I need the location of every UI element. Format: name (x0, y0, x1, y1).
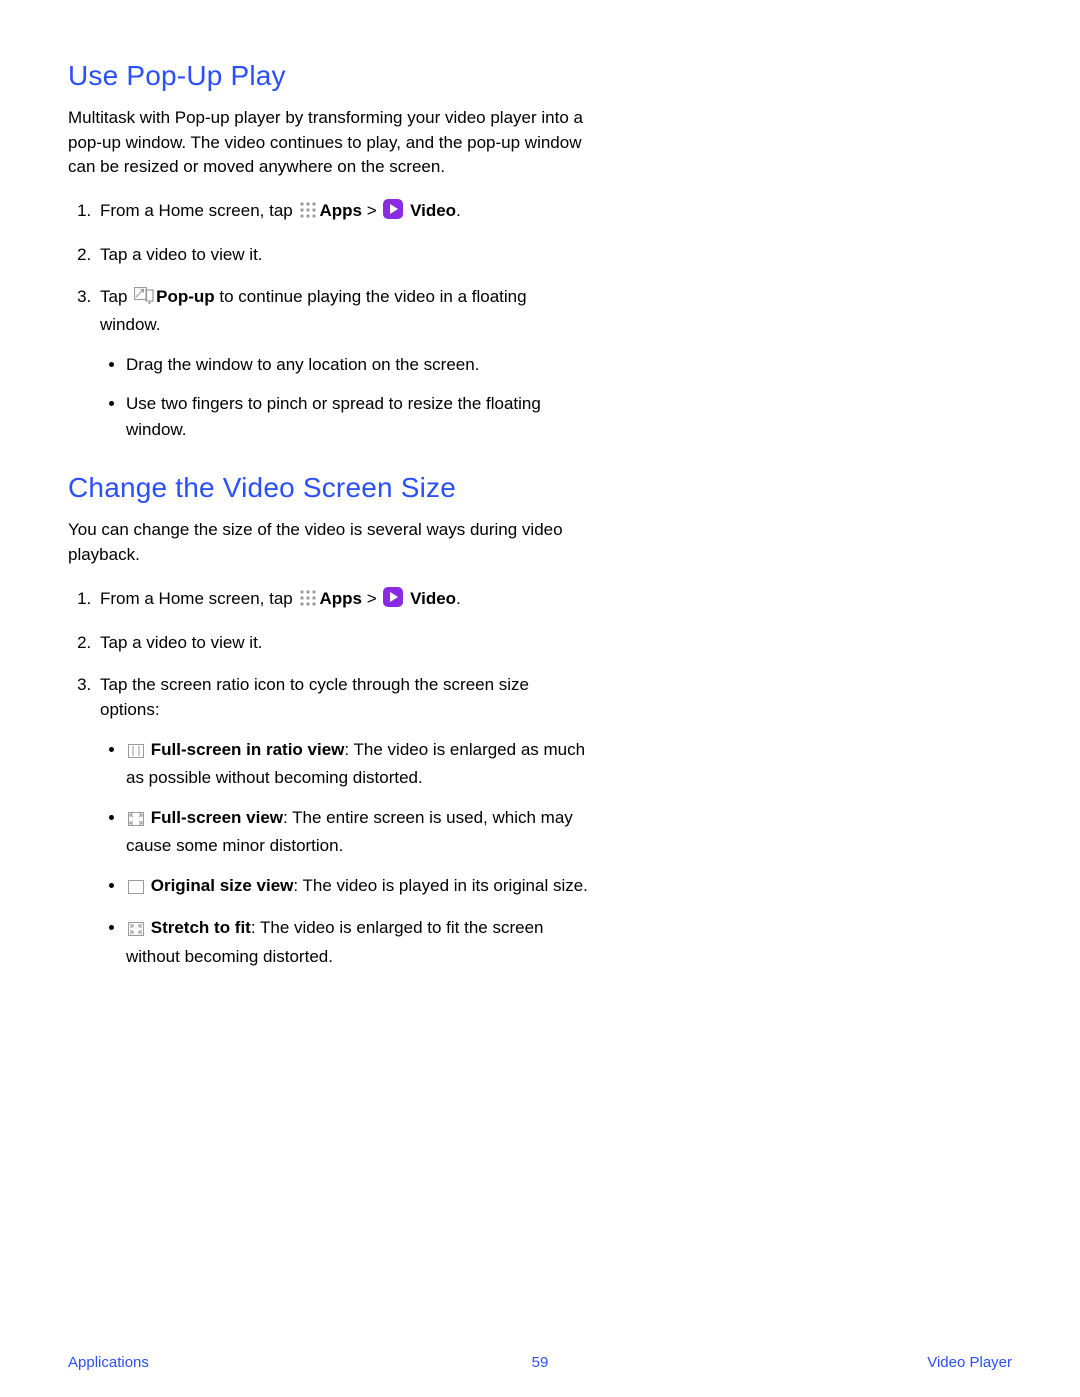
bullet-label: Full-screen in ratio view (151, 740, 345, 759)
bullet-fullscreen-ratio: Full-screen in ratio view: The video is … (126, 737, 588, 791)
footer-right: Video Player (927, 1354, 1012, 1371)
bullet-stretch-fit: Stretch to fit: The video is enlarged to… (126, 915, 588, 969)
apps-grid-icon (299, 589, 317, 615)
apps-grid-icon (299, 201, 317, 227)
bullet-text: : The video is played in its original si… (293, 876, 588, 895)
stretch-fit-icon (128, 918, 144, 944)
fullscreen-ratio-icon (128, 740, 144, 766)
step-1-1: From a Home screen, tap Apps > Video. (96, 198, 588, 227)
gt-separator: > (362, 201, 381, 220)
bullet-pinch-resize: Use two fingers to pinch or spread to re… (126, 391, 588, 442)
page-footer: Applications 59 Video Player (68, 1354, 1012, 1371)
step-2-2: Tap a video to view it. (96, 630, 588, 656)
gt-separator: > (362, 589, 381, 608)
bullet-original-size: Original size view: The video is played … (126, 873, 588, 902)
heading-change-video-size: Change the Video Screen Size (68, 472, 588, 504)
period: . (456, 589, 461, 608)
footer-page-number: 59 (532, 1354, 549, 1371)
original-size-icon (128, 876, 144, 902)
popup-label: Pop-up (156, 287, 215, 306)
sub-bullets-1: Drag the window to any location on the s… (100, 352, 588, 443)
step-text: Tap the screen ratio icon to cycle throu… (100, 675, 529, 720)
bullet-label: Stretch to fit (151, 918, 251, 937)
intro-paragraph-2: You can change the size of the video is … (68, 518, 588, 567)
video-play-icon (383, 199, 403, 227)
period: . (456, 201, 461, 220)
bullet-drag-window: Drag the window to any location on the s… (126, 352, 588, 378)
section-change-video-size: Change the Video Screen Size You can cha… (68, 472, 588, 969)
video-label: Video (410, 589, 456, 608)
apps-label: Apps (319, 589, 362, 608)
step-1-2: Tap a video to view it. (96, 242, 588, 268)
document-page: Use Pop-Up Play Multitask with Pop-up pl… (0, 0, 1080, 1397)
step-1-3: Tap Pop-up to continue playing the video… (96, 284, 588, 443)
content-column: Use Pop-Up Play Multitask with Pop-up pl… (68, 60, 588, 969)
video-play-icon (383, 587, 403, 615)
intro-paragraph-1: Multitask with Pop-up player by transfor… (68, 106, 588, 180)
steps-list-1: From a Home screen, tap Apps > Video. Ta… (68, 198, 588, 443)
step-text: From a Home screen, tap (100, 589, 297, 608)
step-2-1: From a Home screen, tap Apps > Video. (96, 586, 588, 615)
popup-icon (134, 287, 154, 313)
step-text: From a Home screen, tap (100, 201, 297, 220)
apps-label: Apps (319, 201, 362, 220)
step-2-3: Tap the screen ratio icon to cycle throu… (96, 672, 588, 970)
fullscreen-view-icon (128, 808, 144, 834)
heading-use-popup-play: Use Pop-Up Play (68, 60, 588, 92)
bullet-fullscreen-view: Full-screen view: The entire screen is u… (126, 805, 588, 859)
footer-left: Applications (68, 1354, 149, 1371)
bullet-label: Original size view (151, 876, 294, 895)
video-label: Video (410, 201, 456, 220)
bullet-label: Full-screen view (151, 808, 283, 827)
steps-list-2: From a Home screen, tap Apps > Video. Ta… (68, 586, 588, 970)
sub-bullets-2: Full-screen in ratio view : The video is … (100, 737, 588, 970)
step-text: Tap (100, 287, 132, 306)
